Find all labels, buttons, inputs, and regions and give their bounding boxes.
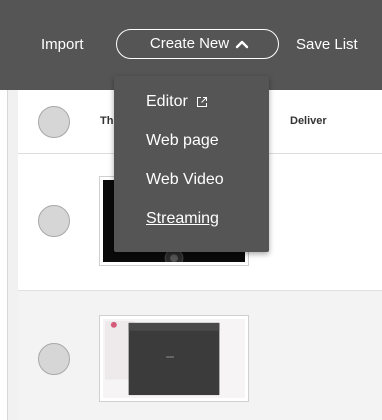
chevron-up-icon xyxy=(235,40,249,49)
external-link-icon xyxy=(196,97,207,107)
select-all-radio[interactable] xyxy=(38,106,70,138)
column-header-thumbnail[interactable]: Th xyxy=(100,115,113,127)
video-thumbnail[interactable] xyxy=(99,315,249,402)
create-new-label: Create New xyxy=(149,35,230,52)
menu-item-editor[interactable]: Editor xyxy=(146,92,208,112)
create-new-button[interactable]: Create New xyxy=(116,29,279,59)
column-header-deliver[interactable]: Deliver xyxy=(290,115,327,127)
menu-item-editor-label: Editor xyxy=(146,93,188,110)
menu-item-web-page[interactable]: Web page xyxy=(146,131,219,151)
table-row[interactable] xyxy=(18,291,382,420)
menu-item-streaming[interactable]: Streaming xyxy=(146,209,219,229)
menu-item-web-video[interactable]: Web Video xyxy=(146,170,224,190)
video-thumbnail-image xyxy=(103,319,245,398)
create-new-menu: Editor Web page Web Video Streaming xyxy=(114,76,269,252)
row-select-radio[interactable] xyxy=(38,343,70,375)
import-button[interactable]: Import xyxy=(41,35,84,55)
row-select-radio[interactable] xyxy=(38,205,70,237)
save-list-button[interactable]: Save List xyxy=(296,35,358,55)
